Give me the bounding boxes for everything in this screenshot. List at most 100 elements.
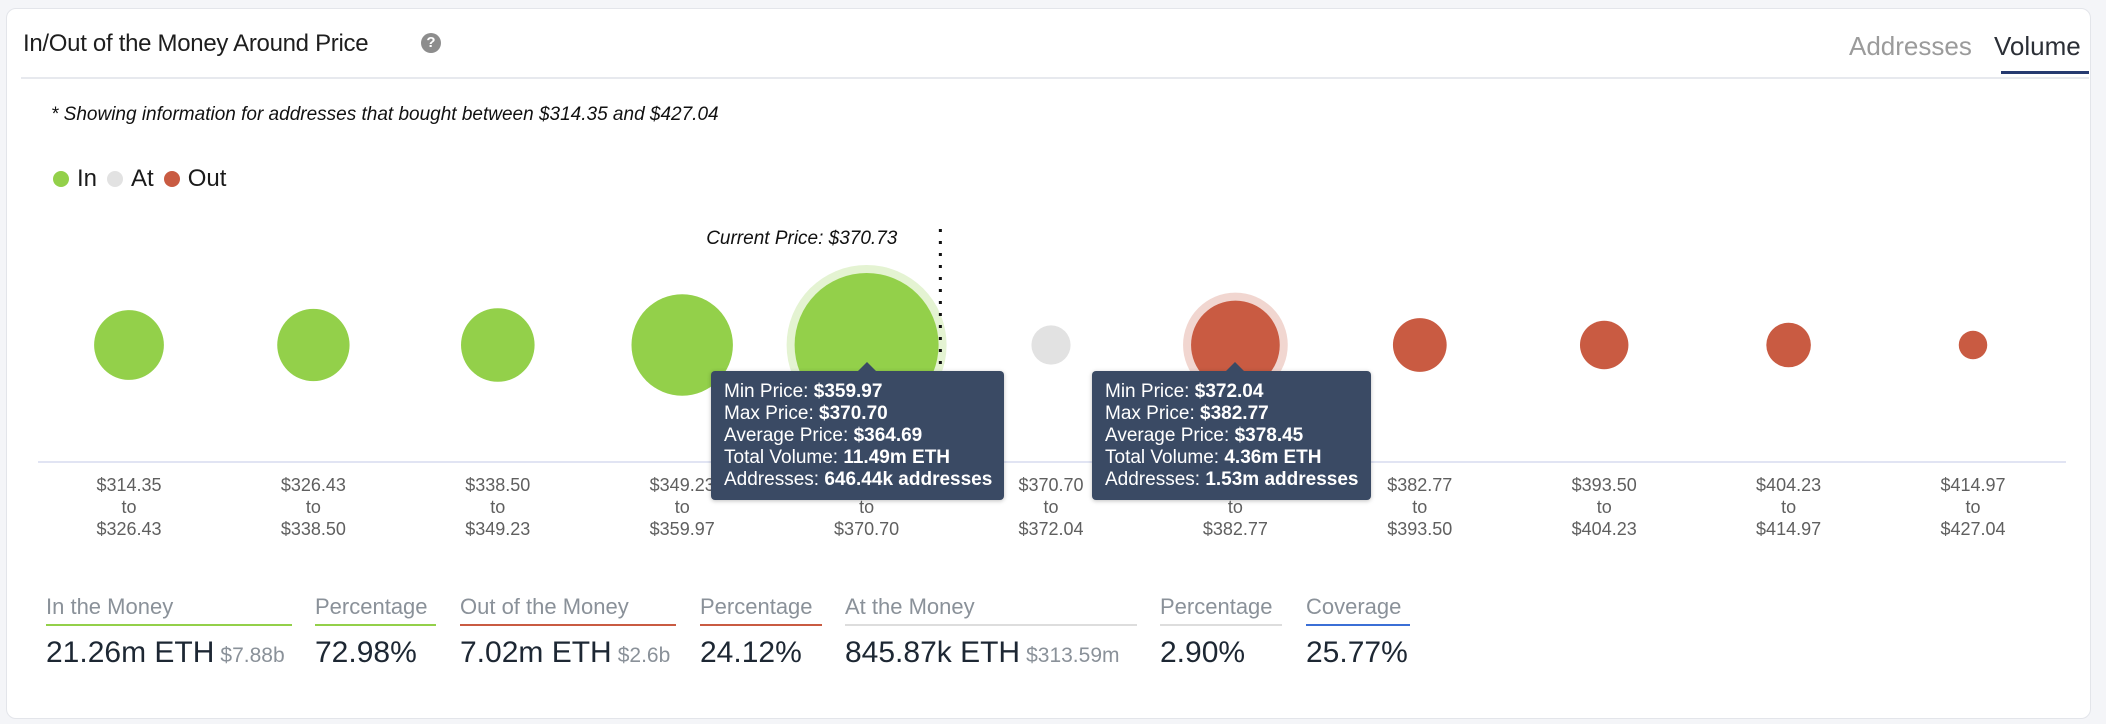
tooltip-label: Addresses: [724, 469, 825, 490]
tooltip-row: Min Price: $359.97 [724, 381, 992, 403]
tick-label-min: $338.50 [465, 475, 530, 495]
stat-rule [1306, 624, 1410, 626]
tooltip-label: Addresses: [1105, 469, 1206, 490]
tick-label-max: $414.97 [1756, 519, 1821, 539]
tick-label-min: $326.43 [281, 475, 346, 495]
tick-label-to: to [1781, 497, 1796, 517]
tick-label-max: $382.77 [1203, 519, 1268, 539]
bubble-out[interactable] [1579, 320, 1629, 370]
tooltip-value: 11.49m ETH [843, 447, 951, 468]
tick-label-to: to [121, 497, 136, 517]
stat-value: 25.77% [1306, 636, 1408, 669]
tooltip-row: Average Price: $378.45 [1105, 425, 1359, 447]
bubble-in[interactable] [461, 308, 535, 382]
bubble-at[interactable] [1031, 325, 1071, 365]
tooltip-label: Min Price: [724, 381, 814, 402]
tick-label-min: $393.50 [1572, 475, 1637, 495]
tick-label-to: to [1043, 497, 1058, 517]
tooltip-row: Max Price: $370.70 [724, 403, 992, 425]
tooltip-value: $378.45 [1234, 425, 1304, 446]
tooltip-value: $364.69 [853, 425, 923, 446]
bubble-tooltip: Min Price: $359.97 Max Price: $370.70 Aver… [711, 362, 1005, 500]
tooltip-value: $359.97 [813, 381, 883, 402]
bubble-tooltip: Min Price: $372.04 Max Price: $382.77 Aver… [1092, 362, 1371, 500]
tick-label-min: $382.77 [1387, 475, 1452, 495]
tooltip-row: Total Volume: 4.36m ETH [1105, 447, 1359, 469]
stat-in-the-money: In the Money 21.26m ETH $7.88b [46, 594, 292, 670]
stat-label: In the Money [46, 594, 174, 619]
tick-label-max: $326.43 [96, 519, 161, 539]
tooltip-value: $370.70 [819, 403, 888, 424]
tooltip-label: Max Price: [1105, 403, 1201, 424]
tick-label-min: $404.23 [1756, 475, 1821, 495]
stat-value: 845.87k ETH [845, 636, 1021, 669]
stat-rule [845, 624, 1137, 626]
stat-value: 2.90% [1160, 636, 1246, 669]
stat-usd-value: $7.88b [220, 644, 285, 667]
stat-rule [315, 624, 436, 626]
tick-label-max: $427.04 [1940, 519, 2005, 539]
stat-value: 72.98% [315, 636, 417, 669]
tooltip-value: $372.04 [1194, 381, 1264, 402]
tooltip-row: Max Price: $382.77 [1105, 403, 1359, 425]
tick-label-min: $349.23 [650, 475, 715, 495]
tooltip-row: Total Volume: 11.49m ETH [724, 447, 992, 469]
bubble-in[interactable] [277, 308, 350, 382]
tick-label-max: $359.97 [650, 519, 715, 539]
tick-label-to: to [1228, 497, 1243, 517]
stat-coverage: Coverage 25.77% [1306, 594, 1410, 670]
tick-label-min: $314.35 [96, 475, 161, 495]
bubble-out[interactable] [1392, 318, 1447, 372]
tooltip-row: Addresses: 1.53m addresses [1105, 469, 1359, 491]
tooltip-label: Total Volume: [724, 447, 844, 468]
tooltip-value: 4.36m ETH [1224, 447, 1322, 468]
stat-label: At the Money [845, 594, 975, 619]
current-price-label: Current Price: $370.73 [706, 228, 898, 249]
bubble-out[interactable] [1766, 322, 1811, 368]
tooltip-label: Total Volume: [1105, 447, 1225, 468]
tick-label-max: $338.50 [281, 519, 346, 539]
tick-label-min: $414.97 [1940, 475, 2005, 495]
tooltip-label: Min Price: [1105, 381, 1195, 402]
tooltip-label: Average Price: [1105, 425, 1235, 446]
stat-out-percentage: Percentage 24.12% [700, 594, 822, 670]
stat-label: Percentage [1160, 594, 1273, 619]
tick-label-min: $370.70 [1018, 475, 1083, 495]
stat-value: 21.26m ETH [46, 636, 215, 669]
tooltip-label: Average Price: [724, 425, 854, 446]
stat-label: Coverage [1306, 594, 1402, 619]
tick-label-to: to [1965, 497, 1980, 517]
tick-label-max: $372.04 [1018, 519, 1083, 539]
stat-out-of-the-money: Out of the Money 7.02m ETH $2.6b [460, 594, 676, 670]
stat-rule [700, 624, 822, 626]
tooltip-row: Min Price: $372.04 [1105, 381, 1359, 403]
stat-usd-value: $2.6b [617, 644, 671, 667]
bubble-out[interactable] [1958, 330, 1988, 360]
tick-label-to: to [675, 497, 690, 517]
stat-label: Percentage [700, 594, 813, 619]
stat-value: 24.12% [700, 636, 802, 669]
tooltip-label: Max Price: [724, 403, 820, 424]
stat-rule [1160, 624, 1282, 626]
tick-label-max: $393.50 [1387, 519, 1452, 539]
stat-in-percentage: Percentage 72.98% [315, 594, 436, 670]
tooltip-row: Addresses: 646.44k addresses [724, 469, 992, 491]
stat-label: Percentage [315, 594, 428, 619]
tooltip-value: 646.44k addresses [824, 469, 993, 490]
tooltip-value: $382.77 [1200, 403, 1269, 424]
tick-label-max: $370.70 [834, 519, 899, 539]
tick-label-to: to [490, 497, 505, 517]
stat-at-the-money: At the Money 845.87k ETH $313.59m [845, 594, 1137, 670]
stat-rule [460, 624, 676, 626]
tick-label-max: $404.23 [1572, 519, 1637, 539]
bubble-in[interactable] [94, 310, 164, 380]
tick-label-to: to [306, 497, 321, 517]
tooltip-row: Average Price: $364.69 [724, 425, 992, 447]
tick-label-to: to [1597, 497, 1612, 517]
stat-usd-value: $313.59m [1026, 644, 1120, 667]
tick-label-to: to [859, 497, 874, 517]
stat-value: 7.02m ETH [460, 636, 612, 669]
stat-at-percentage: Percentage 2.90% [1160, 594, 1282, 670]
stat-rule [46, 624, 292, 626]
tick-label-to: to [1412, 497, 1427, 517]
